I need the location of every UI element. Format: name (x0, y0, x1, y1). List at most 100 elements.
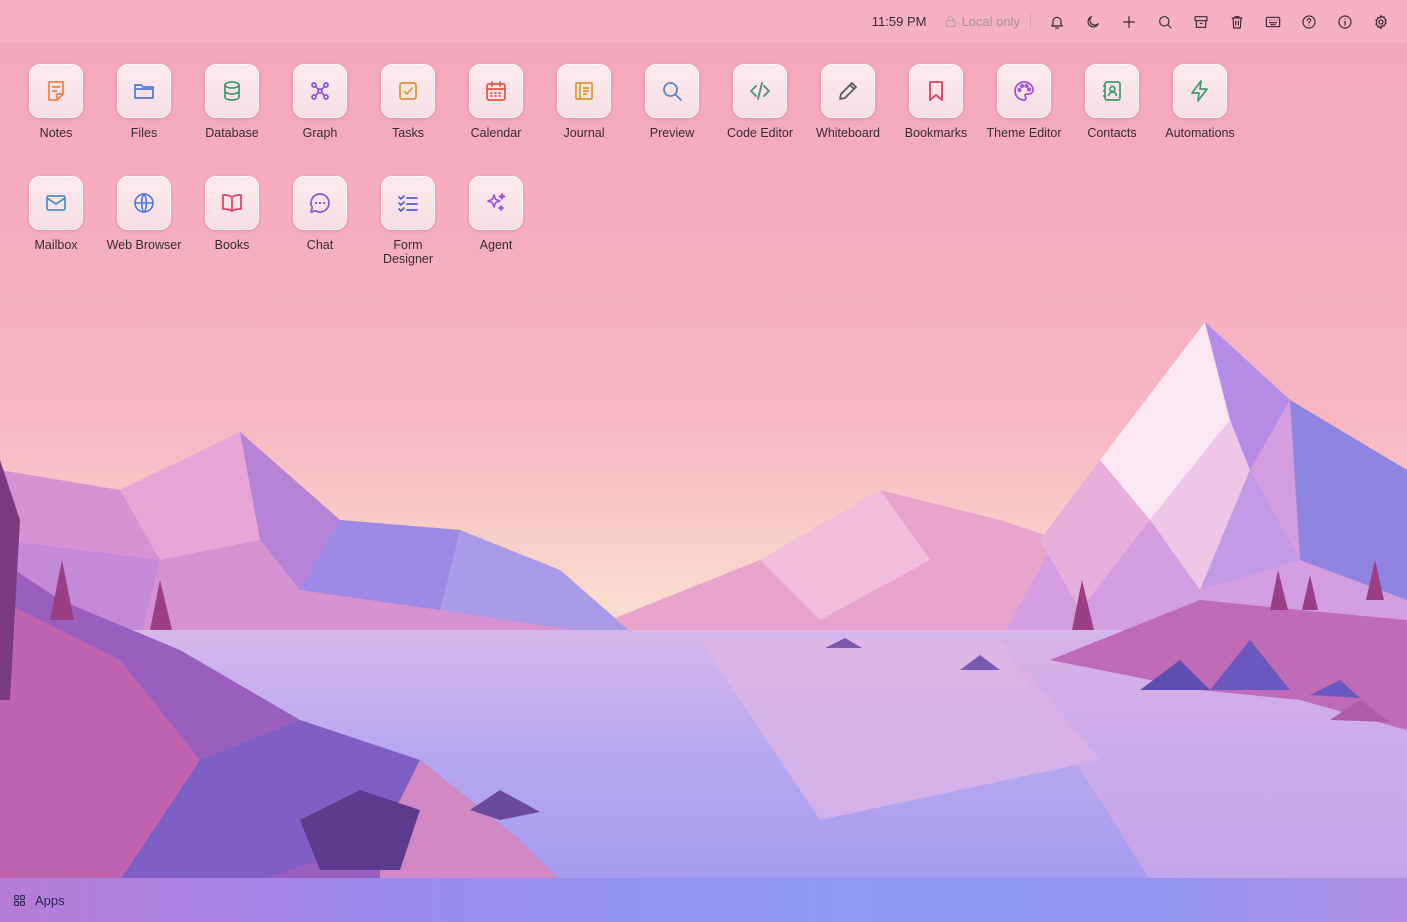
app-tile (1173, 64, 1227, 118)
sync-status-label: Local only (961, 14, 1020, 29)
keyboard-shortcuts-button[interactable] (1255, 4, 1291, 40)
help-button[interactable] (1291, 4, 1327, 40)
app-label: Files (130, 126, 158, 140)
app-web-browser[interactable]: Web Browser (100, 176, 188, 252)
app-contacts[interactable]: Contacts (1068, 64, 1156, 140)
app-chat[interactable]: Chat (276, 176, 364, 252)
app-tile (381, 176, 435, 230)
app-tile (381, 64, 435, 118)
task-check-icon (399, 82, 417, 100)
apps-button[interactable]: Apps (13, 893, 65, 908)
bookmark-icon (929, 81, 943, 101)
apps-label: Apps (35, 892, 65, 908)
app-bookmarks[interactable]: Bookmarks (892, 64, 980, 140)
app-tile (117, 176, 171, 230)
checklist-icon (398, 195, 418, 212)
app-agent[interactable]: Agent (452, 176, 540, 252)
app-tasks[interactable]: Tasks (364, 64, 452, 140)
app-code-editor[interactable]: Code Editor (716, 64, 804, 140)
info-button[interactable] (1327, 4, 1363, 40)
pencil-icon (839, 82, 857, 100)
lightning-icon (1191, 80, 1208, 102)
app-database[interactable]: Database (188, 64, 276, 140)
app-tile (821, 64, 875, 118)
folder-icon (134, 84, 154, 99)
app-books[interactable]: Books (188, 176, 276, 252)
dark-mode-button[interactable] (1075, 4, 1111, 40)
app-journal[interactable]: Journal (540, 64, 628, 140)
app-label: Theme Editor (986, 126, 1062, 140)
help-icon (1302, 14, 1316, 29)
app-label: Contacts (1087, 126, 1137, 140)
app-label: Automations (1165, 126, 1235, 140)
archive-button[interactable] (1183, 4, 1219, 40)
lock-icon (946, 16, 956, 27)
top-menu-bar: 11:59 PM Local only (0, 0, 1407, 43)
app-form-designer[interactable]: Form Designer (364, 176, 452, 266)
search-button[interactable] (1147, 4, 1183, 40)
app-tile (29, 176, 83, 230)
app-tile (1085, 64, 1139, 118)
app-label: Agent (479, 238, 513, 252)
new-button[interactable] (1111, 4, 1147, 40)
journal-icon (575, 82, 593, 100)
notifications-button[interactable] (1039, 4, 1075, 40)
contacts-icon (1103, 81, 1121, 101)
calendar-icon (486, 81, 506, 101)
app-tile (733, 64, 787, 118)
archive-icon (1194, 15, 1208, 28)
app-tile (205, 176, 259, 230)
moon-icon (1087, 15, 1099, 27)
app-mailbox[interactable]: Mailbox (12, 176, 100, 252)
app-label: Form Designer (382, 238, 434, 266)
app-label: Code Editor (726, 126, 793, 140)
code-icon (750, 82, 770, 100)
app-label: Preview (649, 126, 695, 140)
app-tile (557, 64, 611, 118)
app-label: Mailbox (34, 238, 78, 252)
keyboard-icon (1265, 16, 1281, 27)
app-label: Database (205, 126, 259, 140)
clock: 11:59 PM (871, 14, 927, 29)
app-automations[interactable]: Automations (1156, 64, 1244, 140)
mail-icon (46, 195, 66, 211)
trash-button[interactable] (1219, 4, 1255, 40)
app-tile (469, 176, 523, 230)
info-icon (1338, 14, 1352, 29)
app-notes[interactable]: Notes (12, 64, 100, 140)
palette-icon (1014, 81, 1034, 101)
plus-icon (1123, 15, 1135, 28)
app-label: Whiteboard (816, 126, 880, 140)
app-tile (645, 64, 699, 118)
app-tile (205, 64, 259, 118)
app-graph[interactable]: Graph (276, 64, 364, 140)
notes-icon (48, 81, 64, 101)
app-label: Journal (563, 126, 605, 140)
app-tile (469, 64, 523, 118)
magnifier-icon (663, 82, 682, 101)
app-label: Chat (306, 238, 334, 252)
divider (1030, 13, 1031, 30)
app-files[interactable]: Files (100, 64, 188, 140)
app-tile (909, 64, 963, 118)
app-tile (997, 64, 1051, 118)
sync-status[interactable]: Local only (944, 14, 1020, 29)
app-label: Notes (39, 126, 73, 140)
chat-icon (310, 193, 330, 213)
app-label: Bookmarks (904, 126, 968, 140)
taskbar: Apps (0, 878, 1407, 922)
app-label: Tasks (392, 126, 424, 140)
app-tile (29, 64, 83, 118)
app-theme-editor[interactable]: Theme Editor (980, 64, 1068, 140)
globe-icon (134, 193, 154, 213)
search-icon (1159, 15, 1172, 29)
app-whiteboard[interactable]: Whiteboard (804, 64, 892, 140)
app-preview[interactable]: Preview (628, 64, 716, 140)
app-label: Books (214, 238, 250, 252)
trash-icon (1231, 15, 1243, 29)
app-label: Calendar (470, 126, 522, 140)
app-calendar[interactable]: Calendar (452, 64, 540, 140)
app-tile (117, 64, 171, 118)
settings-button[interactable] (1363, 4, 1399, 40)
book-icon (222, 194, 242, 212)
